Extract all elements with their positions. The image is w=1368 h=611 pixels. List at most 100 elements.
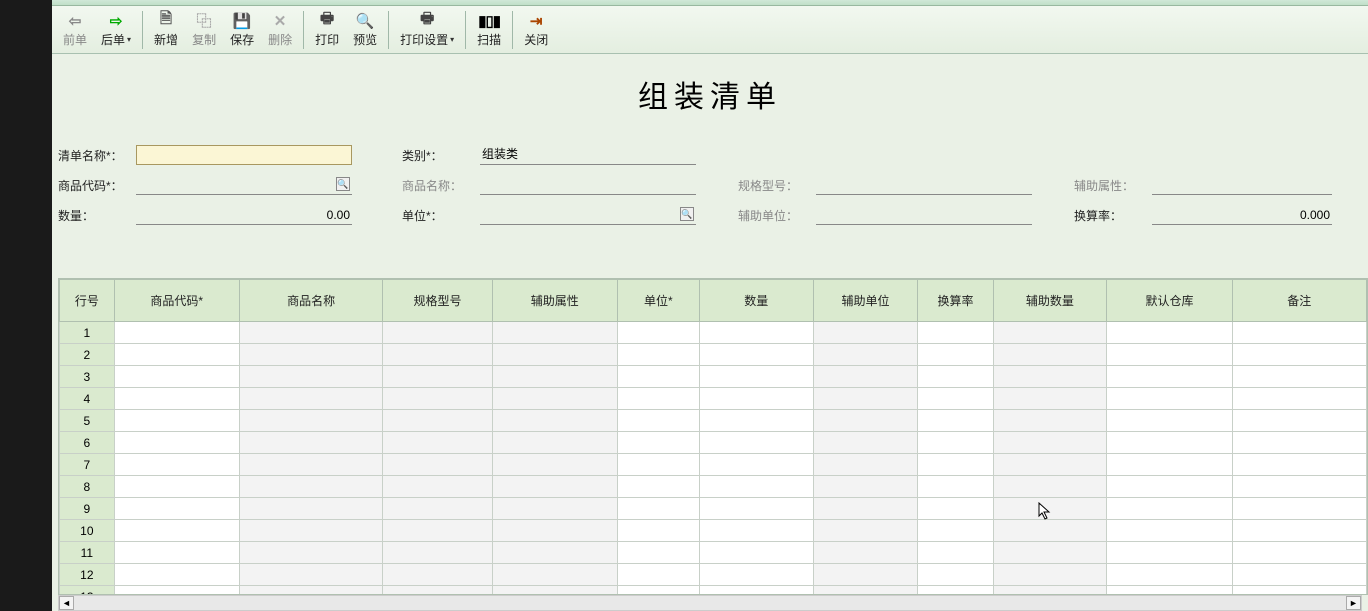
horizontal-scrollbar[interactable]: ◄ ► [58, 595, 1362, 611]
grid-cell[interactable] [617, 564, 699, 586]
grid-cell[interactable] [699, 542, 813, 564]
grid-cell[interactable] [492, 498, 617, 520]
grid-cell[interactable] [813, 586, 918, 596]
column-header[interactable]: 辅助数量 [993, 280, 1107, 322]
grid-cell[interactable] [239, 520, 382, 542]
table-row[interactable]: 5 [60, 410, 1367, 432]
conv-rate-input[interactable] [1152, 205, 1332, 225]
grid-cell[interactable] [993, 410, 1107, 432]
copy-button[interactable]: ⿻ 复制 [185, 8, 223, 52]
grid-cell[interactable] [492, 586, 617, 596]
grid-cell[interactable] [114, 410, 239, 432]
grid-cell[interactable] [114, 476, 239, 498]
grid-cell[interactable] [617, 344, 699, 366]
grid-cell[interactable] [1232, 542, 1366, 564]
grid-cell[interactable] [813, 476, 918, 498]
grid-cell[interactable] [114, 388, 239, 410]
grid-cell[interactable] [383, 454, 492, 476]
grid-cell[interactable] [813, 388, 918, 410]
grid-cell[interactable] [617, 366, 699, 388]
grid-cell[interactable] [617, 432, 699, 454]
scroll-right-button[interactable]: ► [1346, 596, 1361, 610]
grid-cell[interactable] [617, 542, 699, 564]
grid-cell[interactable] [993, 476, 1107, 498]
table-row[interactable]: 6 [60, 432, 1367, 454]
grid-cell[interactable] [383, 432, 492, 454]
table-row[interactable]: 3 [60, 366, 1367, 388]
table-row[interactable]: 8 [60, 476, 1367, 498]
table-row[interactable]: 12 [60, 564, 1367, 586]
save-button[interactable]: 💾 保存 [223, 8, 261, 52]
grid-cell[interactable] [699, 366, 813, 388]
grid-cell[interactable] [383, 388, 492, 410]
grid-cell[interactable] [1232, 388, 1366, 410]
grid-cell[interactable] [617, 388, 699, 410]
grid-cell[interactable] [114, 542, 239, 564]
grid-cell[interactable] [239, 432, 382, 454]
grid-cell[interactable] [1232, 520, 1366, 542]
grid-cell[interactable] [1107, 542, 1232, 564]
table-row[interactable]: 7 [60, 454, 1367, 476]
scan-button[interactable]: ▮▯▮ 扫描 [470, 8, 508, 52]
grid-cell[interactable] [993, 498, 1107, 520]
grid-cell[interactable] [1232, 432, 1366, 454]
grid-cell[interactable] [239, 344, 382, 366]
grid-cell[interactable] [492, 410, 617, 432]
grid-cell[interactable] [239, 322, 382, 344]
grid-cell[interactable] [993, 564, 1107, 586]
grid-cell[interactable] [114, 520, 239, 542]
grid-cell[interactable] [813, 432, 918, 454]
grid-cell[interactable] [1232, 410, 1366, 432]
grid-cell[interactable] [993, 542, 1107, 564]
grid-cell[interactable] [813, 498, 918, 520]
column-header[interactable]: 商品代码* [114, 280, 239, 322]
unit-input[interactable] [480, 205, 696, 225]
grid-cell[interactable] [239, 476, 382, 498]
column-header[interactable]: 备注 [1232, 280, 1366, 322]
grid-cell[interactable] [699, 344, 813, 366]
table-row[interactable]: 2 [60, 344, 1367, 366]
grid-cell[interactable] [918, 542, 993, 564]
grid-cell[interactable] [1107, 344, 1232, 366]
grid-cell[interactable] [918, 388, 993, 410]
print-button[interactable]: 🖶 打印 [308, 8, 346, 52]
grid-cell[interactable] [1107, 432, 1232, 454]
grid-cell[interactable] [699, 410, 813, 432]
grid-cell[interactable] [492, 564, 617, 586]
grid-cell[interactable] [699, 564, 813, 586]
grid-cell[interactable] [918, 344, 993, 366]
grid-cell[interactable] [918, 410, 993, 432]
table-row[interactable]: 13 [60, 586, 1367, 596]
grid-cell[interactable] [239, 542, 382, 564]
table-row[interactable]: 1 [60, 322, 1367, 344]
grid-cell[interactable] [918, 498, 993, 520]
grid-cell[interactable] [1232, 454, 1366, 476]
grid-cell[interactable] [1232, 322, 1366, 344]
grid-cell[interactable] [492, 344, 617, 366]
grid-cell[interactable] [492, 432, 617, 454]
grid-cell[interactable] [813, 322, 918, 344]
close-button[interactable]: ⇥ 关闭 [517, 8, 555, 52]
table-row[interactable]: 11 [60, 542, 1367, 564]
grid-cell[interactable] [699, 498, 813, 520]
grid-cell[interactable] [492, 322, 617, 344]
grid-cell[interactable] [1107, 564, 1232, 586]
grid-cell[interactable] [813, 366, 918, 388]
grid-cell[interactable] [239, 410, 382, 432]
grid-cell[interactable] [1232, 344, 1366, 366]
grid-cell[interactable] [1107, 586, 1232, 596]
grid-cell[interactable] [813, 410, 918, 432]
grid-cell[interactable] [1107, 498, 1232, 520]
grid-cell[interactable] [813, 520, 918, 542]
grid-cell[interactable] [114, 344, 239, 366]
column-header[interactable]: 辅助属性 [492, 280, 617, 322]
grid-cell[interactable] [492, 388, 617, 410]
grid-cell[interactable] [1232, 586, 1366, 596]
grid-cell[interactable] [239, 586, 382, 596]
grid-cell[interactable] [383, 366, 492, 388]
grid-cell[interactable] [492, 366, 617, 388]
grid-cell[interactable] [239, 366, 382, 388]
column-header[interactable]: 商品名称 [239, 280, 382, 322]
grid-cell[interactable] [239, 388, 382, 410]
grid-cell[interactable] [114, 432, 239, 454]
